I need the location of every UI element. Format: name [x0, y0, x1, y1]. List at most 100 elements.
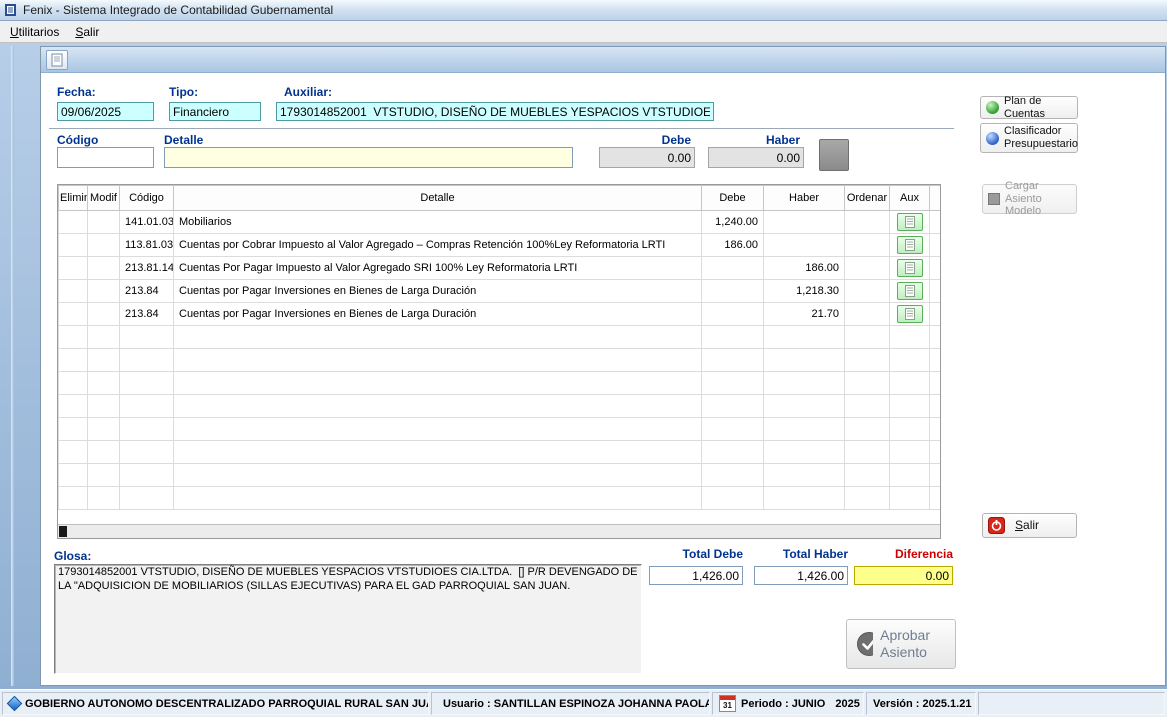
auxiliar-label: Auxiliar:: [284, 85, 332, 99]
haber-label: Haber: [708, 133, 800, 147]
cell-debe: [702, 349, 764, 372]
aux-button[interactable]: [897, 282, 923, 300]
periodo-anio: 2025: [835, 698, 859, 710]
table-row[interactable]: 213.81.14 Cuentas Por Pagar Impuesto al …: [59, 257, 942, 280]
aux-document-icon: [905, 285, 915, 297]
cell-filler: [930, 441, 942, 464]
table-row[interactable]: [59, 418, 942, 441]
cell-aux: [890, 280, 930, 303]
cargar-asiento-icon: [988, 193, 1000, 205]
table-row[interactable]: [59, 441, 942, 464]
cell-elimin: [59, 349, 88, 372]
check-circle-icon: [856, 631, 873, 657]
cell-aux: [890, 441, 930, 464]
cell-elimin: [59, 464, 88, 487]
cell-elimin: [59, 487, 88, 510]
new-record-button[interactable]: [46, 50, 68, 70]
cell-debe: [702, 303, 764, 326]
cell-ordenar: [845, 372, 890, 395]
total-debe-value: [649, 566, 743, 585]
version-text: Versión : 2025.1.21: [873, 698, 971, 710]
cell-codigo: [120, 418, 174, 441]
menu-salir[interactable]: Salir: [68, 23, 106, 41]
cell-ordenar: [845, 487, 890, 510]
cell-modif: [88, 234, 120, 257]
cell-debe: [702, 395, 764, 418]
cell-detalle: Cuentas Por Pagar Impuesto al Valor Agre…: [174, 257, 702, 280]
cell-debe: [702, 441, 764, 464]
aux-button[interactable]: [897, 213, 923, 231]
cell-aux: [890, 487, 930, 510]
clasificador-button[interactable]: Clasificador Presupuestario: [980, 123, 1078, 153]
auxiliar-input[interactable]: [276, 102, 714, 121]
aux-document-icon: [905, 262, 915, 274]
cell-codigo: [120, 349, 174, 372]
tipo-input[interactable]: [169, 102, 261, 121]
cell-modif: [88, 326, 120, 349]
aux-document-icon: [905, 216, 915, 228]
table-row[interactable]: 213.84 Cuentas por Pagar Inversiones en …: [59, 280, 942, 303]
glosa-textarea[interactable]: 1793014852001 VTSTUDIO, DISEÑO DE MUEBLE…: [54, 564, 642, 674]
fecha-label: Fecha:: [57, 85, 96, 99]
cargar-asiento-button[interactable]: Cargar Asiento Modelo: [982, 184, 1077, 214]
cell-ordenar: [845, 280, 890, 303]
table-row[interactable]: [59, 349, 942, 372]
salir-button[interactable]: Salir: [982, 513, 1077, 538]
table-row[interactable]: 141.01.03 Mobiliarios 1,240.00: [59, 211, 942, 234]
detalle-input[interactable]: [164, 147, 573, 168]
cell-haber: [764, 487, 845, 510]
cell-codigo: [120, 464, 174, 487]
cell-codigo: [120, 372, 174, 395]
table-row[interactable]: [59, 464, 942, 487]
aux-button[interactable]: [897, 259, 923, 277]
cell-ordenar: [845, 303, 890, 326]
statusbar-version: Versión : 2025.1.21: [866, 692, 976, 715]
add-entry-button[interactable]: [819, 139, 849, 171]
exit-icon: [988, 517, 1005, 534]
cell-filler: [930, 211, 942, 234]
cell-filler: [930, 418, 942, 441]
menu-utilitarios[interactable]: Utilitarios: [3, 23, 66, 41]
cell-modif: [88, 464, 120, 487]
header-filler: [930, 186, 942, 211]
cell-modif: [88, 418, 120, 441]
cell-aux: [890, 211, 930, 234]
table-row[interactable]: [59, 487, 942, 510]
aux-button[interactable]: [897, 305, 923, 323]
horizontal-scrollbar[interactable]: [58, 524, 940, 538]
cell-elimin: [59, 418, 88, 441]
table-row[interactable]: [59, 395, 942, 418]
cell-detalle: Cuentas por Pagar Inversiones en Bienes …: [174, 303, 702, 326]
entries-table: Elimin Modif Código Detalle Debe Haber O…: [58, 185, 941, 510]
cell-haber: 186.00: [764, 257, 845, 280]
cell-filler: [930, 395, 942, 418]
codigo-input[interactable]: [57, 147, 154, 168]
cell-codigo: [120, 326, 174, 349]
table-row[interactable]: [59, 326, 942, 349]
header-elimin: Elimin: [59, 186, 88, 211]
cell-aux: [890, 395, 930, 418]
header-haber: Haber: [764, 186, 845, 211]
codigo-label: Código: [57, 133, 98, 147]
statusbar-entity: GOBIERNO AUTONOMO DESCENTRALIZADO PARROQ…: [2, 692, 429, 715]
clasificador-icon: [986, 132, 999, 145]
cell-ordenar: [845, 349, 890, 372]
aprobar-asiento-button[interactable]: Aprobar Asiento: [846, 619, 956, 669]
cell-filler: [930, 349, 942, 372]
cell-debe: 1,240.00: [702, 211, 764, 234]
table-row[interactable]: 213.84 Cuentas por Pagar Inversiones en …: [59, 303, 942, 326]
cell-modif: [88, 487, 120, 510]
cell-codigo: [120, 395, 174, 418]
cell-modif: [88, 372, 120, 395]
table-row[interactable]: [59, 372, 942, 395]
cell-aux: [890, 464, 930, 487]
table-row[interactable]: 113.81.03 Cuentas por Cobrar Impuesto al…: [59, 234, 942, 257]
plan-de-cuentas-button[interactable]: Plan de Cuentas: [980, 96, 1078, 119]
fecha-input[interactable]: [57, 102, 154, 121]
aux-button[interactable]: [897, 236, 923, 254]
cell-elimin: [59, 303, 88, 326]
cell-codigo: 141.01.03: [120, 211, 174, 234]
scrollbar-thumb[interactable]: [59, 526, 67, 537]
window-title: Fenix - Sistema Integrado de Contabilida…: [23, 3, 333, 17]
cell-filler: [930, 372, 942, 395]
